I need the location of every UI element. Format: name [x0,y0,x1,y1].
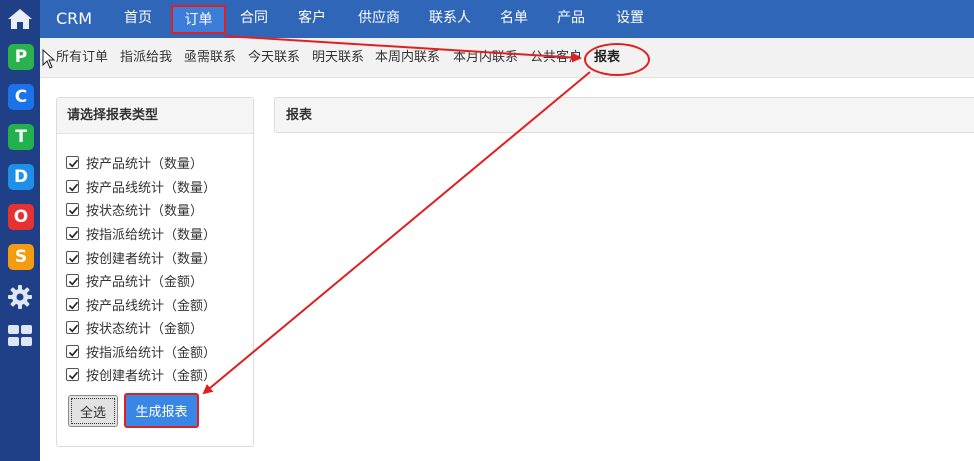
subnav-urgent-contact[interactable]: 亟需联系 [184,38,236,78]
generate-report-button[interactable]: 生成报表 [124,393,199,428]
report-highlight-circle [584,43,650,76]
subnav-assigned-to-me[interactable]: 指派给我 [120,38,172,78]
report-panel-title: 报表 [286,108,313,123]
checkbox-checked-icon[interactable] [66,202,79,216]
mouse-cursor-icon [42,49,56,69]
report-option-label: 按指派给统计（金额） [86,345,217,361]
nav-orders[interactable]: 订单 [171,5,226,34]
home-icon[interactable] [0,0,40,38]
report-option-label: 按指派给统计（数量） [86,227,217,243]
report-type-panel-title: 请选择报表类型 [57,98,253,134]
crm-app: P C T D O S CRM 首页 订单 合同 客户 供应商 联系人 名单 产… [0,0,974,461]
s-app-icon[interactable]: S [8,244,34,270]
select-all-button[interactable]: 全选 [68,395,118,427]
checkbox-checked-icon[interactable] [66,367,79,381]
checkbox-checked-icon[interactable] [66,179,79,193]
report-option-label: 按状态统计（金额） [86,321,204,337]
report-option-label: 按创建者统计（数量） [86,251,217,267]
nav-settings[interactable]: 设置 [608,0,652,38]
top-nav: CRM 首页 订单 合同 客户 供应商 联系人 名单 产品 设置 [40,0,974,38]
brand-logo[interactable]: CRM [56,0,92,38]
subnav-public-customers[interactable]: 公共客户 [530,38,582,78]
report-option[interactable]: 按产品统计（数量） [66,153,204,172]
checkbox-checked-icon[interactable] [66,250,79,264]
report-option-label: 按产品线统计（金额） [86,298,217,314]
report-option[interactable]: 按产品线统计（金额） [66,295,217,314]
nav-products[interactable]: 产品 [549,0,593,38]
checkbox-checked-icon[interactable] [66,226,79,240]
t-app-icon[interactable]: T [8,124,34,150]
nav-contracts[interactable]: 合同 [232,0,276,38]
report-option-label: 按状态统计（数量） [86,203,204,219]
report-option[interactable]: 按产品统计（金额） [66,271,204,290]
nav-suppliers[interactable]: 供应商 [351,0,407,38]
checkbox-checked-icon[interactable] [66,297,79,311]
checkbox-checked-icon[interactable] [66,273,79,287]
p-app-icon[interactable]: P [8,44,34,70]
subnav-all-orders[interactable]: 所有订单 [56,38,108,78]
subnav-contact-today[interactable]: 今天联系 [248,38,300,78]
sub-nav: 所有订单 指派给我 亟需联系 今天联系 明天联系 本周内联系 本月内联系 公共客… [40,38,974,78]
d-app-icon[interactable]: D [8,164,34,190]
checkbox-checked-icon[interactable] [66,155,79,169]
nav-home[interactable]: 首页 [116,0,160,38]
report-option[interactable]: 按创建者统计（金额） [66,365,217,384]
report-panel: 报表 [274,97,974,133]
report-option[interactable]: 按指派给统计（数量） [66,224,217,243]
subnav-contact-tomorrow[interactable]: 明天联系 [312,38,364,78]
report-option[interactable]: 按状态统计（数量） [66,200,204,219]
subnav-contact-this-week[interactable]: 本周内联系 [375,38,440,78]
report-option[interactable]: 按指派给统计（金额） [66,342,217,361]
report-option-label: 按产品统计（数量） [86,156,204,172]
checkbox-checked-icon[interactable] [66,344,79,358]
nav-customers[interactable]: 客户 [290,0,334,38]
subnav-contact-this-month[interactable]: 本月内联系 [453,38,518,78]
nav-contacts[interactable]: 联系人 [422,0,478,38]
report-option[interactable]: 按创建者统计（数量） [66,248,217,267]
report-option[interactable]: 按产品线统计（数量） [66,177,217,196]
checkbox-checked-icon[interactable] [66,320,79,334]
report-type-panel: 请选择报表类型 按产品统计（数量） 按产品线统计（数量） 按状态统计（数量） 按… [56,97,254,447]
c-app-icon[interactable]: C [8,84,34,110]
report-option[interactable]: 按状态统计（金额） [66,318,204,337]
app-rail: P C T D O S [0,0,40,461]
report-option-label: 按产品统计（金额） [86,274,204,290]
report-option-label: 按产品线统计（数量） [86,180,217,196]
gear-icon[interactable] [7,284,33,310]
nav-lists[interactable]: 名单 [492,0,536,38]
grid-apps-icon[interactable] [7,324,33,348]
report-option-label: 按创建者统计（金额） [86,368,217,384]
o-app-icon[interactable]: O [8,204,34,230]
